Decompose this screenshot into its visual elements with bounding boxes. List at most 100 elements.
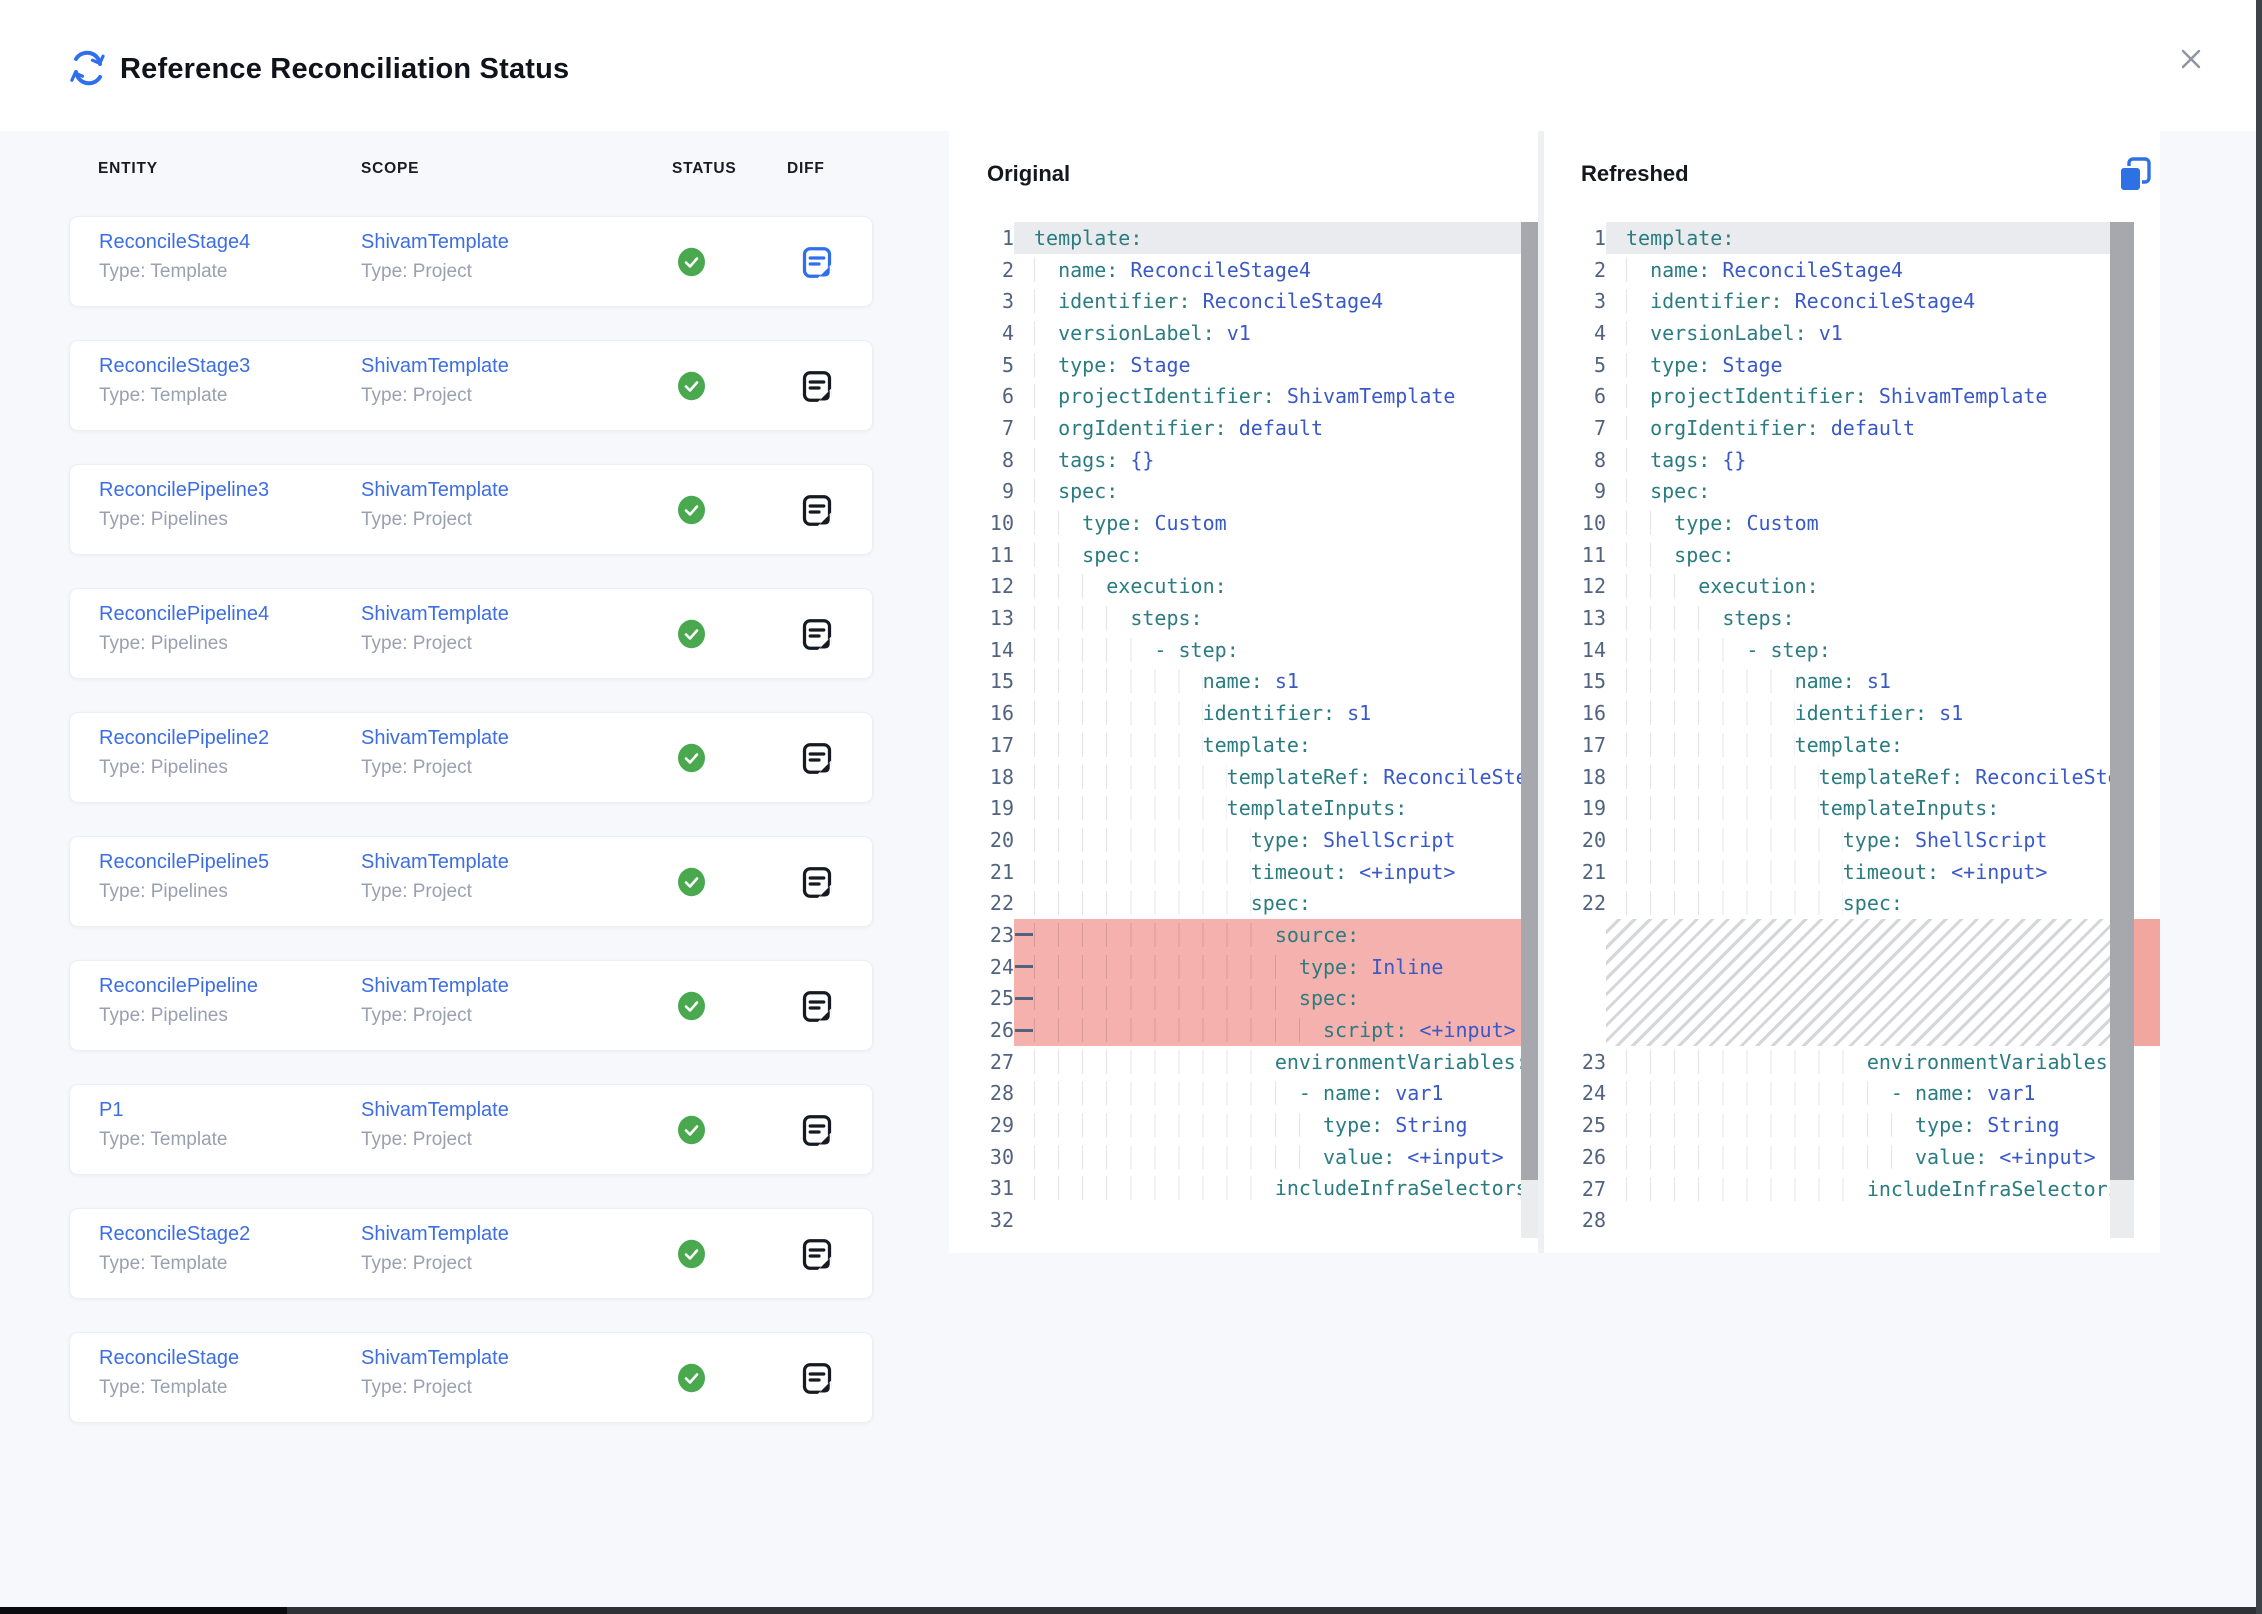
window-edge (2256, 0, 2262, 1614)
line-number: 21 (952, 856, 1014, 888)
original-code-editor[interactable]: 1template:2 name: ReconcileStage43 ident… (952, 222, 1538, 1238)
line-content: template: (1606, 729, 2134, 761)
code-line: 27 environmentVariables: (952, 1046, 1538, 1078)
diff-document-icon[interactable] (800, 989, 834, 1024)
line-number: 14 (952, 634, 1014, 666)
diff-document-icon[interactable] (800, 1361, 834, 1396)
entity-link[interactable]: ReconcilePipeline3 (99, 479, 269, 502)
status-success-icon (677, 371, 706, 401)
entity-link[interactable]: ReconcileStage (99, 1347, 239, 1370)
line-number: 17 (952, 729, 1014, 761)
line-number: 12 (1544, 571, 1606, 603)
diff-document-icon[interactable] (800, 1237, 834, 1272)
line-content: type: Custom (1014, 507, 1538, 539)
copy-icon[interactable] (2115, 155, 2157, 197)
line-content: includeInfraSelectors (1606, 1173, 2134, 1205)
scope-link[interactable]: ShivamTemplate (361, 975, 509, 998)
entity-link[interactable]: ReconcilePipeline2 (99, 727, 269, 750)
code-line: 16 identifier: s1 (1544, 697, 2134, 729)
diff-document-icon[interactable] (800, 617, 834, 652)
line-content: spec: (1014, 887, 1538, 919)
diff-change-marker (2134, 919, 2160, 1046)
scope-link[interactable]: ShivamTemplate (361, 1099, 509, 1122)
line-number: 11 (1544, 539, 1606, 571)
line-number: 6 (1544, 380, 1606, 412)
code-line: 1template: (952, 222, 1538, 254)
line-number: 15 (952, 666, 1014, 698)
original-scrollbar-thumb[interactable] (1521, 222, 1538, 1180)
diff-document-icon[interactable] (800, 865, 834, 900)
taskbar-sliver (0, 1607, 2262, 1614)
code-line: 3 identifier: ReconcileStage4 (1544, 285, 2134, 317)
line-content: identifier: ReconcileStage4 (1606, 285, 2134, 317)
column-header-status: STATUS (672, 160, 737, 178)
diff-document-icon[interactable] (800, 741, 834, 776)
code-line: 20 type: ShellScript (952, 824, 1538, 856)
refreshed-code-editor[interactable]: 1template:2 name: ReconcileStage43 ident… (1544, 222, 2134, 1238)
entity-link[interactable]: ReconcileStage3 (99, 355, 250, 378)
modal-header: Reference Reconciliation Status (0, 0, 2262, 131)
line-content: identifier: s1 (1606, 697, 2134, 729)
table-row: ReconcilePipeline4 Type: Pipelines ShivamT… (69, 588, 873, 679)
line-content: orgIdentifier: default (1014, 412, 1538, 444)
entity-link[interactable]: ReconcilePipeline5 (99, 851, 269, 874)
scope-type-label: Type: Project (361, 1253, 472, 1275)
entity-link[interactable]: P1 (99, 1099, 123, 1122)
entity-link[interactable]: ReconcilePipeline4 (99, 603, 269, 626)
line-number: 28 (952, 1078, 1014, 1110)
scope-link[interactable]: ShivamTemplate (361, 1223, 509, 1246)
scope-type-label: Type: Project (361, 757, 472, 779)
refreshed-scrollbar-thumb[interactable] (2110, 222, 2134, 1180)
diff-document-icon[interactable] (800, 1113, 834, 1148)
scope-link[interactable]: ShivamTemplate (361, 851, 509, 874)
entity-type-label: Type: Pipelines (99, 633, 228, 655)
diff-document-icon[interactable] (800, 493, 834, 528)
line-number: 3 (1544, 285, 1606, 317)
scope-link[interactable]: ShivamTemplate (361, 479, 509, 502)
line-content: template: (1014, 729, 1538, 761)
code-line: 22 spec: (952, 887, 1538, 919)
code-line: 5 type: Stage (1544, 349, 2134, 381)
line-number: 28 (1544, 1204, 1606, 1236)
code-line: 20 type: ShellScript (1544, 824, 2134, 856)
line-content: steps: (1014, 602, 1538, 634)
line-number: 18 (1544, 761, 1606, 793)
line-content: type: ShellScript (1606, 824, 2134, 856)
entity-link[interactable]: ReconcileStage2 (99, 1223, 250, 1246)
entity-link[interactable]: ReconcilePipeline (99, 975, 258, 998)
line-content: execution: (1606, 571, 2134, 603)
code-line: 25 type: String (1544, 1109, 2134, 1141)
scope-link[interactable]: ShivamTemplate (361, 231, 509, 254)
line-number: 5 (952, 349, 1014, 381)
line-number: 27 (952, 1046, 1014, 1078)
code-line: 19 templateInputs: (952, 792, 1538, 824)
code-line: 8 tags: {} (1544, 444, 2134, 476)
diff-document-icon[interactable] (800, 369, 834, 404)
status-success-icon (677, 1363, 706, 1393)
scope-link[interactable]: ShivamTemplate (361, 355, 509, 378)
line-content: projectIdentifier: ShivamTemplate (1014, 380, 1538, 412)
diff-document-icon[interactable] (800, 245, 834, 280)
entity-link[interactable]: ReconcileStage4 (99, 231, 250, 254)
line-number: 24 (1544, 1078, 1606, 1110)
removed-line-dash (1015, 997, 1033, 1000)
line-number: 14 (1544, 634, 1606, 666)
scope-type-label: Type: Project (361, 385, 472, 407)
scope-link[interactable]: ShivamTemplate (361, 727, 509, 750)
line-content (1606, 1204, 2134, 1236)
line-number: 5 (1544, 349, 1606, 381)
scope-link[interactable]: ShivamTemplate (361, 1347, 509, 1370)
line-number: 22 (952, 887, 1014, 919)
close-icon[interactable] (2168, 36, 2214, 82)
entity-type-label: Type: Template (99, 261, 228, 283)
status-success-icon (677, 991, 706, 1021)
code-line: 31 includeInfraSelectors (952, 1173, 1538, 1205)
code-line: 9 spec: (1544, 476, 2134, 508)
scope-link[interactable]: ShivamTemplate (361, 603, 509, 626)
line-content: spec: (1014, 983, 1538, 1015)
line-content: timeout: <+input> (1014, 856, 1538, 888)
line-content: projectIdentifier: ShivamTemplate (1606, 380, 2134, 412)
status-success-icon (677, 867, 706, 897)
line-number: 20 (952, 824, 1014, 856)
code-line: 21 timeout: <+input> (1544, 856, 2134, 888)
